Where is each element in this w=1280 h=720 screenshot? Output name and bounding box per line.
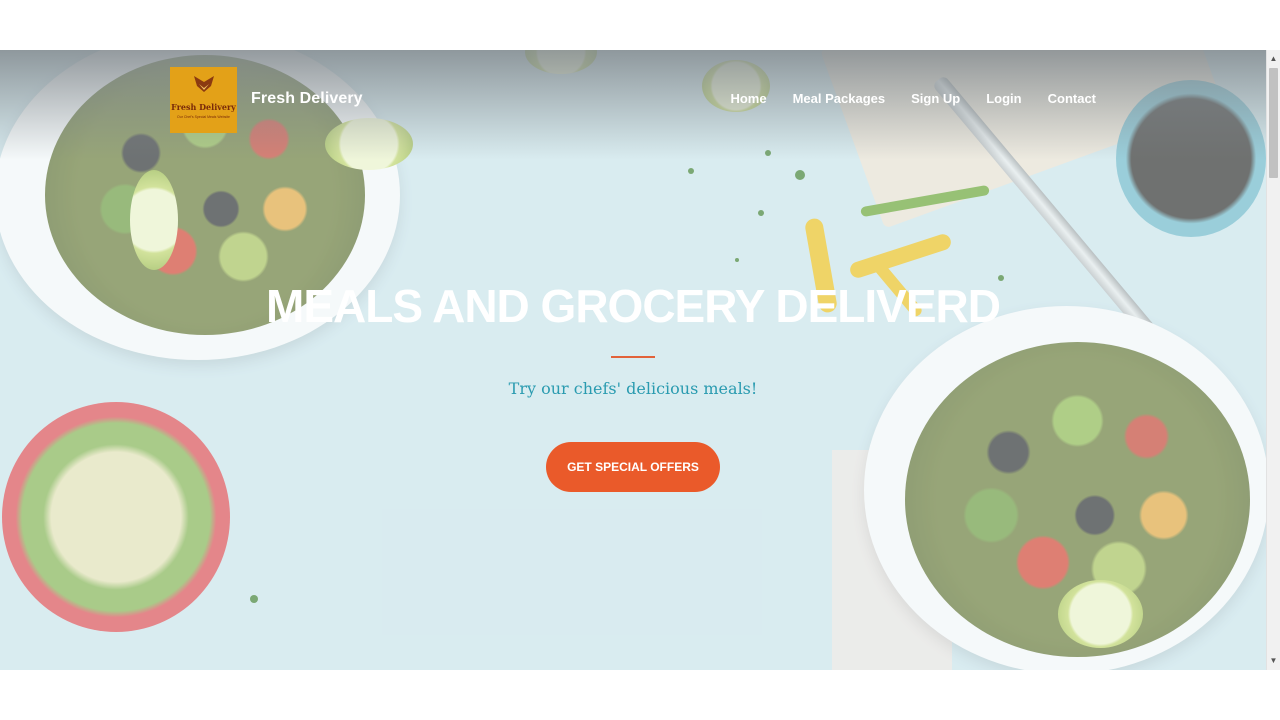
nav-item-login[interactable]: Login	[986, 91, 1021, 106]
scroll-down-icon[interactable]: ▼	[1267, 654, 1280, 668]
page-scrollbar[interactable]: ▲ ▼	[1266, 50, 1280, 670]
hero-section: Fresh Delivery Our Chef's Special Meals …	[0, 50, 1266, 670]
hero-title: MEALS AND GROCERY DELIVERD	[266, 280, 1001, 332]
scrollbar-thumb[interactable]	[1269, 68, 1278, 178]
nav-item-contact[interactable]: Contact	[1048, 91, 1096, 106]
title-divider	[611, 356, 655, 358]
nav-item-meal-packages[interactable]: Meal Packages	[793, 91, 886, 106]
scroll-up-icon[interactable]: ▲	[1267, 52, 1280, 66]
get-special-offers-button[interactable]: GET SPECIAL OFFERS	[546, 442, 720, 492]
brand-name[interactable]: Fresh Delivery	[251, 90, 363, 108]
nav-item-sign-up[interactable]: Sign Up	[911, 91, 960, 106]
hero-subtitle: Try our chefs' delicious meals!	[508, 379, 758, 398]
logo-name: Fresh Delivery	[171, 102, 236, 112]
logo-tagline: Our Chef's Special Meals Website	[177, 115, 230, 119]
fox-icon	[193, 76, 214, 92]
main-nav: Home Meal Packages Sign Up Login Contact	[704, 91, 1096, 106]
site-logo[interactable]: Fresh Delivery Our Chef's Special Meals …	[170, 67, 237, 133]
nav-item-home[interactable]: Home	[730, 91, 766, 106]
